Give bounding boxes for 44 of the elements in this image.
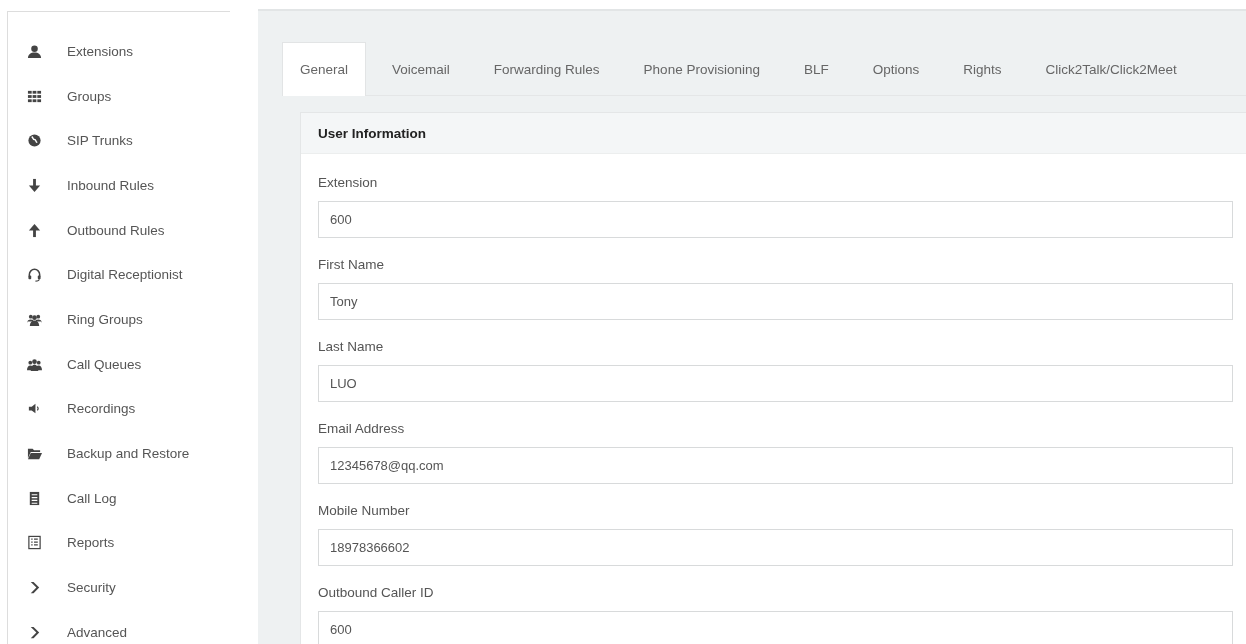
sidebar-item[interactable]: Backup and Restore xyxy=(8,431,230,476)
document-icon xyxy=(27,490,42,506)
field-label: First Name xyxy=(318,256,385,274)
tab[interactable]: General xyxy=(282,42,367,96)
input-field[interactable]: 600 xyxy=(318,201,1233,238)
sidebar-item[interactable]: Extensions xyxy=(8,29,230,74)
sidebar-item[interactable]: Call Log xyxy=(8,475,230,521)
field-label: Last Name xyxy=(318,338,385,356)
sidebar-item[interactable]: Digital Receptionist xyxy=(8,252,230,298)
sidebar-item[interactable]: Security xyxy=(8,565,230,610)
field-label: Email Address xyxy=(318,420,406,438)
field-label: Mobile Number xyxy=(318,502,411,520)
folder-icon xyxy=(27,446,42,462)
sidebar-item[interactable]: Reports xyxy=(8,520,230,566)
sidebar-item[interactable]: Call Queues xyxy=(8,341,230,387)
tab[interactable]: Options xyxy=(854,42,938,95)
people-icon xyxy=(27,356,42,372)
field-label: Outbound Caller ID xyxy=(318,584,435,602)
tab[interactable]: Rights xyxy=(945,42,1020,95)
list-icon xyxy=(27,535,42,551)
sidebar-item[interactable]: Outbound Rules xyxy=(8,207,230,253)
tab[interactable]: Phone Provisioning xyxy=(625,42,778,95)
panel-title: User Information xyxy=(318,125,426,141)
input-field[interactable]: 12345678@qq.com xyxy=(318,447,1233,484)
tab[interactable]: BLF xyxy=(785,42,847,95)
input-field[interactable]: 600 xyxy=(318,611,1233,644)
sidebar-item[interactable]: Inbound Rules xyxy=(8,163,230,208)
tab[interactable]: Voicemail xyxy=(374,42,468,95)
person-icon xyxy=(27,43,42,59)
sidebar-item[interactable]: Ring Groups xyxy=(8,297,230,342)
sidebar-item[interactable]: SIP Trunks xyxy=(8,118,230,164)
tab[interactable]: Forwarding Rules xyxy=(475,42,618,95)
input-field[interactable]: 18978366602 xyxy=(318,529,1233,566)
input-field[interactable]: Tony xyxy=(318,283,1233,320)
headset-icon xyxy=(27,267,42,283)
grid-icon xyxy=(27,88,42,104)
down-arrow-icon xyxy=(27,177,42,193)
field-label: Extension xyxy=(318,174,379,192)
input-field[interactable]: LUO xyxy=(318,365,1233,402)
sidebar-item[interactable]: Groups xyxy=(8,73,230,119)
up-arrow-icon xyxy=(27,222,42,238)
tab[interactable]: Click2Talk/Click2Meet xyxy=(1027,42,1195,95)
sidebar-item[interactable]: Recordings xyxy=(8,386,230,432)
sidebar-item[interactable]: Advanced xyxy=(8,609,230,644)
